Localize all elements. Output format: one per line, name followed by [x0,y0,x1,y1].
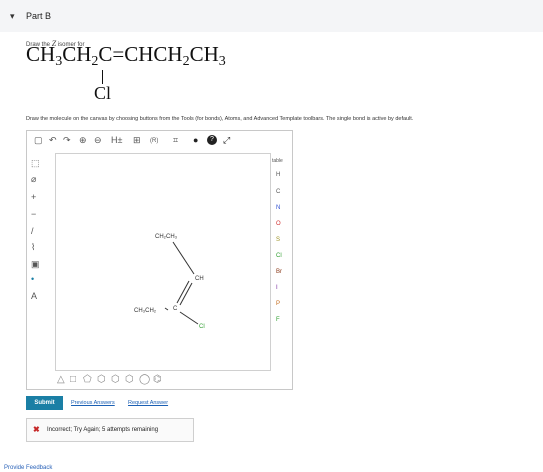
charge-minus-icon[interactable]: − [31,209,36,219]
substituent-label: Cl [94,83,112,103]
top-toolbar: ▢ ↶ ↷ ⊕ ⊖ H± ⊞ (R) ⌗ ● ? ⤢ [27,131,292,151]
label-c[interactable]: C [173,306,178,312]
cip-icon[interactable]: (R) [150,136,158,146]
label-ch[interactable]: CH [195,276,204,282]
previous-answers-link[interactable]: Previous Answers [71,400,115,406]
pentagon-template-icon[interactable]: ⬠ [83,374,92,386]
charge-plus-icon[interactable]: + [31,192,36,202]
bond-ch2-ch[interactable] [172,241,195,275]
help-icon[interactable]: ? [207,135,217,145]
hydrogen-toggle-icon[interactable]: H± [111,135,122,145]
benzene-template-icon[interactable]: ⌬ [153,374,162,386]
label-top-ethyl[interactable]: CH₂CH₃ [155,234,178,240]
canvas-instruction: Draw the molecule on the canvas by choos… [26,116,414,122]
collapse-caret-icon[interactable]: ▾ [10,11,15,22]
single-bond-icon[interactable]: / [31,226,34,236]
provide-feedback-link[interactable]: Provide Feedback [4,465,52,471]
chemical-formula: CH3CH2C=CHCH2CH3 [26,42,226,69]
part-title: Part B [26,11,52,21]
eraser-icon[interactable]: ⌀ [31,174,36,184]
document-icon[interactable]: ▢ [34,135,43,145]
triangle-template-icon[interactable]: △ [57,374,65,386]
label-icon[interactable]: ⊞ [133,135,141,145]
ring-template-icon[interactable]: ▣ [31,259,40,269]
molecule-drawing: CH₂CH₃ CH C CH₃CH₂ Cl [134,234,205,330]
octagon-template-icon[interactable]: ◯ [139,374,150,386]
structure-editor: ▢ ↶ ↷ ⊕ ⊖ H± ⊞ (R) ⌗ ● ? ⤢ ⬚ ⌀ + − / ⌇ ▣… [26,130,293,390]
drawing-canvas[interactable]: CH₂CH₃ CH C CH₃CH₂ Cl [55,153,271,371]
fullscreen-icon[interactable]: ⤢ [223,135,230,145]
atom-f[interactable]: F [276,316,280,324]
request-answer-link[interactable]: Request Answer [128,400,168,406]
template-toolbar: △ □ ⬠ ⬡ ⬡ ⬡ ◯ ⌬ [57,374,237,388]
left-toolbar: ⬚ ⌀ + − / ⌇ ▣ • A [27,153,47,389]
radical-icon[interactable]: • [31,274,34,284]
atom-i[interactable]: I [276,284,278,292]
select-icon[interactable]: ⬚ [31,158,40,168]
hexagon-template-icon[interactable]: ⬡ [97,374,106,386]
part-header[interactable]: ▾ Part B [0,0,543,32]
zoom-out-icon[interactable]: ⊖ [94,135,102,145]
feedback-message: Incorrect; Try Again; 5 attempts remaini… [47,427,159,433]
template-icon[interactable]: ⌗ [173,135,178,145]
periodic-table-icon[interactable]: table [272,157,283,165]
info-icon[interactable]: ● [193,135,198,145]
bond-c-ethyl[interactable] [164,307,169,311]
substituent-bond [102,70,103,84]
atom-toolbar: table H C N O S Cl Br I P F [270,153,292,389]
label-cl[interactable]: Cl [199,324,205,330]
undo-icon[interactable]: ↶ [49,135,57,145]
bond-c-cl[interactable] [179,311,199,325]
square-template-icon[interactable]: □ [70,374,76,386]
atom-s[interactable]: S [276,236,280,244]
atom-label-icon[interactable]: A [31,291,37,301]
feedback-box: ✖ Incorrect; Try Again; 5 attempts remai… [26,418,194,442]
atom-br[interactable]: Br [276,268,282,276]
atom-n[interactable]: N [276,204,280,212]
label-left-ethyl[interactable]: CH₃CH₂ [134,308,157,314]
redo-icon[interactable]: ↷ [63,135,71,145]
atom-h[interactable]: H [276,171,280,179]
atom-o[interactable]: O [276,220,281,228]
incorrect-x-icon: ✖ [33,425,40,434]
cyclohexane-template-icon[interactable]: ⬡ [111,374,120,386]
submit-button[interactable]: Submit [26,396,63,410]
chain-icon[interactable]: ⌇ [31,242,35,252]
atom-p[interactable]: P [276,300,280,308]
zoom-in-icon[interactable]: ⊕ [79,135,87,145]
atom-c[interactable]: C [276,188,280,196]
atom-cl[interactable]: Cl [276,252,282,260]
heptagon-template-icon[interactable]: ⬡ [125,374,134,386]
